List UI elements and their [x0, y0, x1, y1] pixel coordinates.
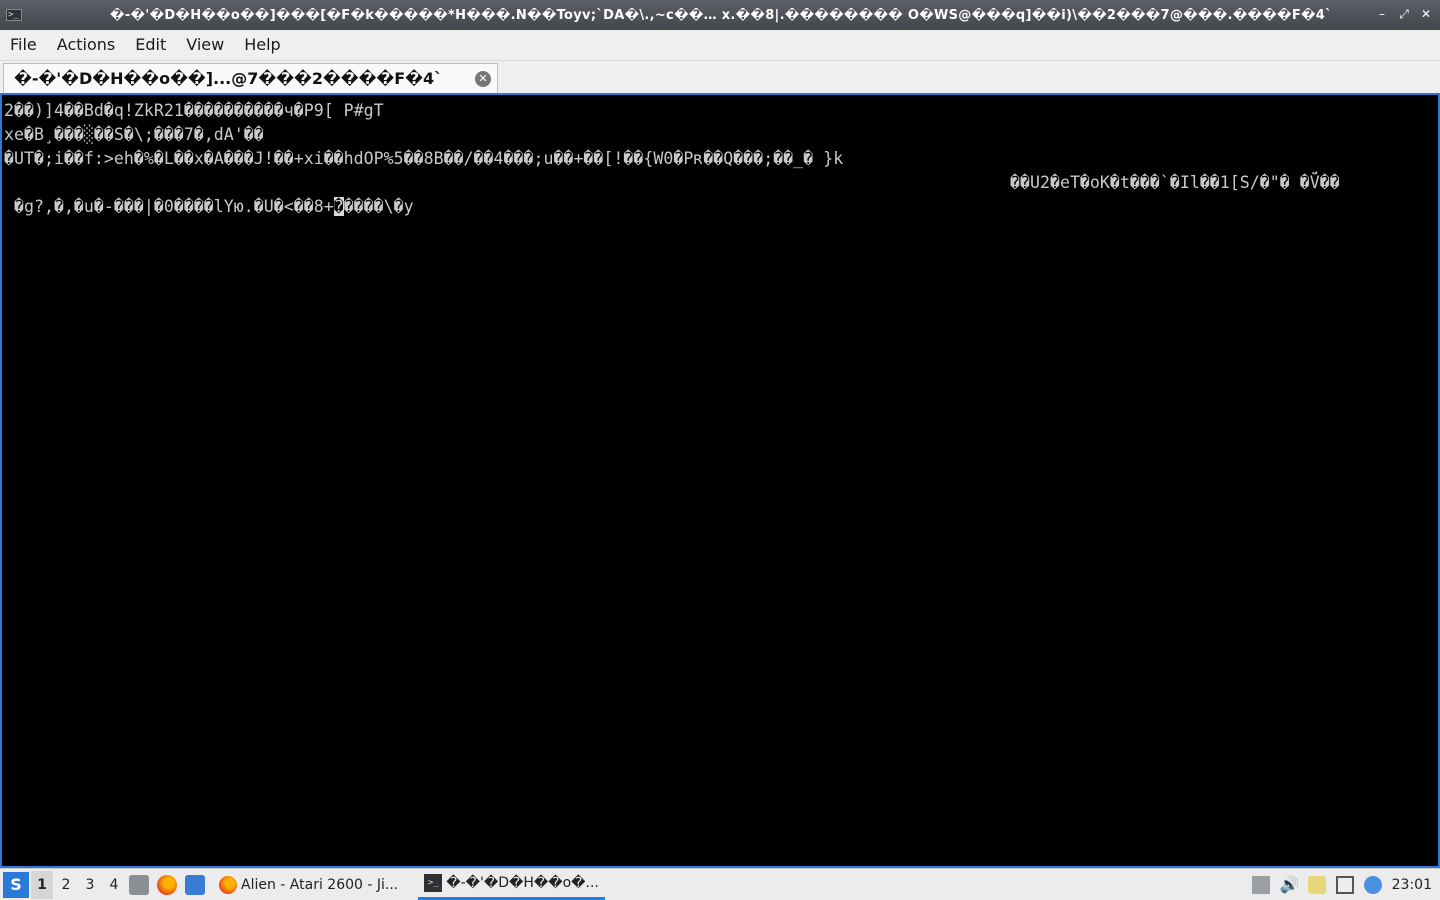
tab-close-icon[interactable]: ✕ — [475, 70, 491, 87]
menu-edit[interactable]: Edit — [125, 30, 176, 60]
taskbar: S 1 2 3 4 Alien - Atari 2600 - Ji... >_ … — [0, 868, 1440, 900]
terminal-cursor: � — [333, 197, 344, 216]
menu-view[interactable]: View — [176, 30, 234, 60]
window-title: �-�'�D�H��o��]���[�F�k�����*H���.N��Toyv… — [110, 7, 1332, 23]
tab-bar: �-�'�D�H��o��]...@7���2����F�4` ✕ — [0, 61, 1440, 93]
file-manager-icon[interactable] — [129, 874, 149, 895]
terminal-line: xe�B¸���░��S�\;���7�,dA'�� — [4, 125, 264, 144]
clipboard-icon[interactable] — [1307, 875, 1326, 894]
menu-file[interactable]: File — [0, 30, 47, 60]
firefox-icon — [219, 875, 237, 894]
window-titlebar: >_ �-�'�D�H��o��]���[�F�k�����*H���.N��T… — [0, 0, 1440, 30]
firefox-launcher-icon[interactable] — [157, 874, 177, 895]
menu-actions[interactable]: Actions — [47, 30, 125, 60]
workspace-2[interactable]: 2 — [55, 871, 77, 899]
workspace-4[interactable]: 4 — [103, 871, 125, 899]
clock[interactable]: 23:01 — [1392, 877, 1432, 893]
close-icon[interactable]: ✕ — [1418, 6, 1434, 22]
terminal-tab[interactable]: �-�'�D�H��o��]...@7���2����F�4` ✕ — [3, 63, 498, 93]
task-label: �-�'�D�H��o�... — [446, 875, 599, 891]
terminal-line: 2��)]4��Bd�q!ZkR21����������ч�P9[ P#gT — [4, 101, 384, 120]
task-firefox[interactable]: Alien - Atari 2600 - Ji... — [213, 870, 404, 900]
terminal-prompt-line: �g?,�,�u�-���|�0����lYю.�U�<��8+�����\�y — [4, 195, 414, 219]
terminal-line-text: ����\�y — [343, 197, 414, 216]
terminal-line: �UT�;i��f:>eh�%�L��x�A���J!��+xi��hdOP%5… — [4, 149, 844, 168]
maximize-icon[interactable]: ⤢ — [1396, 6, 1412, 22]
terminal-line: ��U2�eT�oK�t���`�Il��1[S/�"� �V̈́�� — [1010, 173, 1340, 192]
minimize-icon[interactable]: – — [1374, 6, 1390, 22]
volume-icon[interactable]: 🔊 — [1280, 875, 1300, 894]
menu-bar: File Actions Edit View Help — [0, 30, 1440, 61]
start-menu-button[interactable]: S — [3, 871, 29, 898]
terminal-view[interactable]: 2��)]4��Bd�q!ZkR21����������ч�P9[ P#gT x… — [0, 93, 1440, 868]
task-label: Alien - Atari 2600 - Ji... — [241, 876, 399, 893]
network-icon[interactable] — [1335, 875, 1354, 894]
workspace-3[interactable]: 3 — [79, 871, 101, 899]
system-tray: 🔊 23:01 — [1251, 875, 1440, 894]
terminal-app-icon[interactable]: >_ — [6, 9, 22, 21]
task-terminal[interactable]: >_ �-�'�D�H��o�... — [418, 870, 605, 900]
terminal-line-text: �g?,�,�u�-���|�0����lYю.�U�<��8+ — [4, 197, 334, 216]
tray-eject-icon[interactable] — [1251, 875, 1270, 894]
workspace-1[interactable]: 1 — [31, 870, 53, 899]
update-notifier-icon[interactable] — [1363, 875, 1382, 894]
desktop-icon[interactable] — [185, 874, 205, 895]
terminal-icon: >_ — [424, 874, 443, 892]
menu-help[interactable]: Help — [234, 30, 290, 60]
tab-label: �-�'�D�H��o��]...@7���2����F�4` — [14, 69, 443, 88]
